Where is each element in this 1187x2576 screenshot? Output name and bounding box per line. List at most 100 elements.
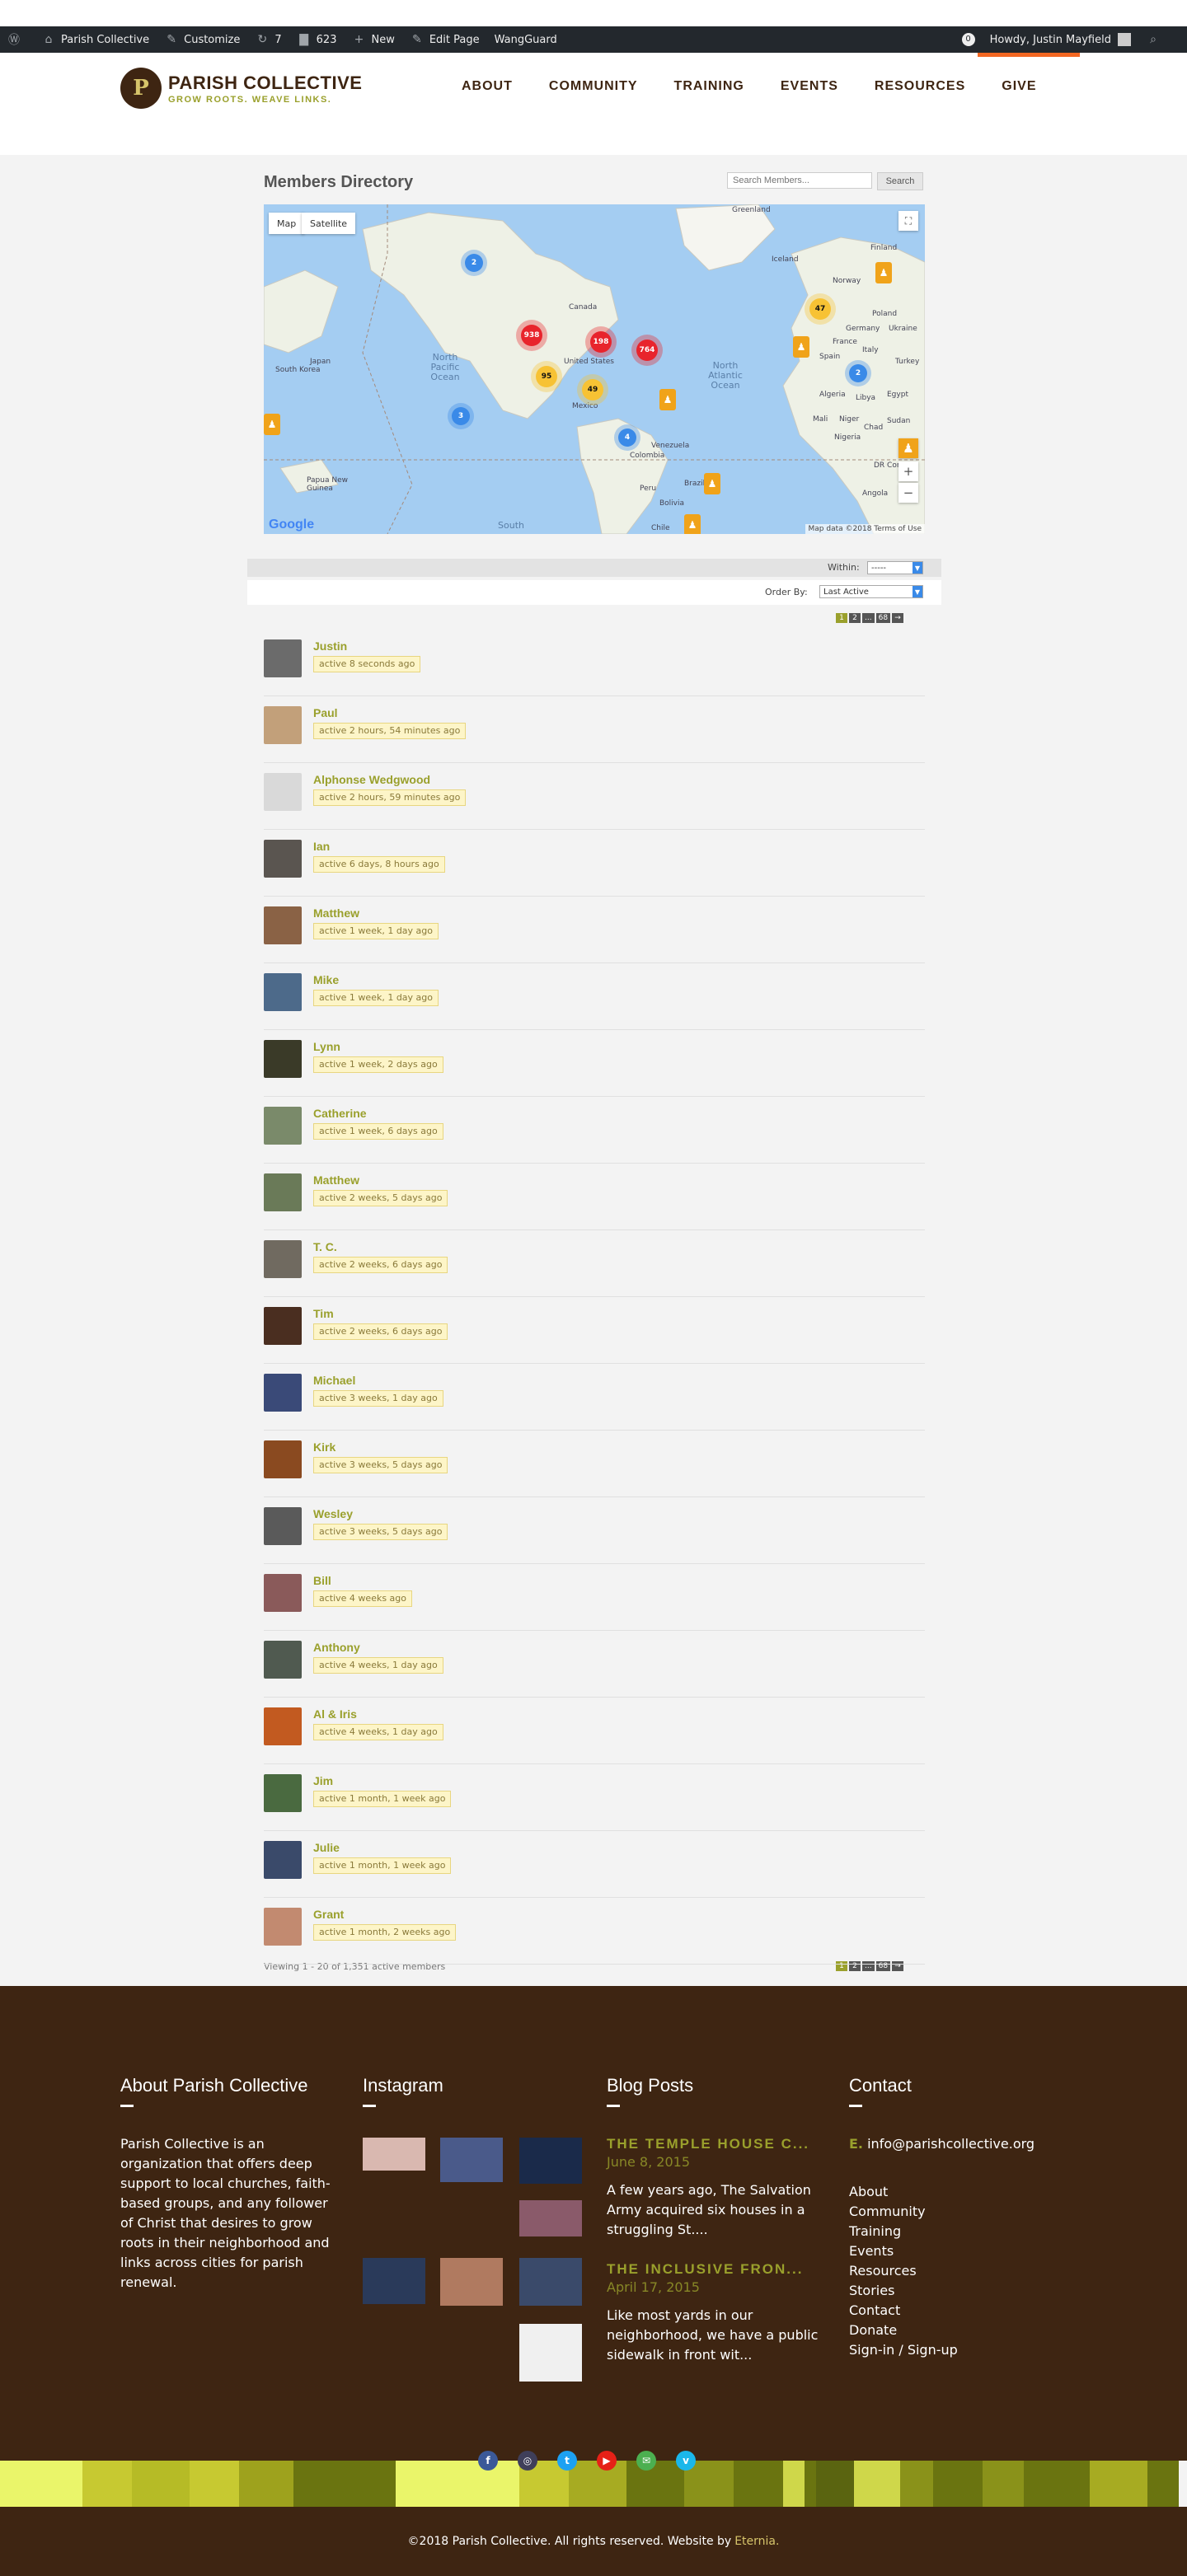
member-name-link[interactable]: Anthony <box>313 1641 360 1654</box>
nav-community[interactable]: COMMUNITY <box>549 79 638 94</box>
instagram-photo[interactable] <box>440 2138 503 2182</box>
admin-search[interactable]: ⌕ <box>1146 32 1166 47</box>
member-name-link[interactable]: T. C. <box>313 1240 337 1253</box>
member-name-link[interactable]: Kirk <box>313 1440 335 1454</box>
member-avatar[interactable] <box>264 1440 302 1478</box>
contact-email[interactable]: E. info@parishcollective.org <box>849 2136 1035 2152</box>
member-avatar[interactable] <box>264 1841 302 1879</box>
map-type-satellite[interactable]: Satellite <box>302 213 356 234</box>
page-link[interactable]: 2 <box>849 613 861 623</box>
member-avatar[interactable] <box>264 1374 302 1412</box>
member-name-link[interactable]: Bill <box>313 1574 331 1587</box>
footer-link-training[interactable]: Training <box>849 2222 958 2241</box>
member-avatar[interactable] <box>264 840 302 878</box>
page-link[interactable]: 68 <box>875 613 891 623</box>
nav-resources[interactable]: RESOURCES <box>875 79 965 94</box>
instagram-photo[interactable] <box>363 2258 425 2304</box>
instagram-photo[interactable] <box>519 2200 582 2236</box>
order-select[interactable]: Last Active ▼ <box>819 585 923 598</box>
member-name-link[interactable]: Al & Iris <box>313 1707 357 1721</box>
member-avatar[interactable] <box>264 1908 302 1946</box>
member-name-link[interactable]: Mike <box>313 973 339 986</box>
notification-badge[interactable]: 0 <box>961 33 975 46</box>
map-cluster[interactable]: 4 <box>618 429 636 447</box>
twitter-icon[interactable]: t <box>557 2451 577 2471</box>
instagram-icon[interactable]: ◎ <box>518 2451 537 2471</box>
map-cluster[interactable]: 198 <box>590 331 612 353</box>
member-pin-icon[interactable]: ♟ <box>659 389 676 410</box>
map-cluster[interactable]: 3 <box>452 407 470 425</box>
member-name-link[interactable]: Michael <box>313 1374 355 1387</box>
member-name-link[interactable]: Paul <box>313 706 338 719</box>
wangguard-menu[interactable]: WangGuard <box>495 34 557 46</box>
member-search-input[interactable] <box>727 172 872 189</box>
map-cluster[interactable]: 49 <box>582 379 603 400</box>
vimeo-icon[interactable]: v <box>676 2451 696 2471</box>
member-avatar[interactable] <box>264 1507 302 1545</box>
member-name-link[interactable]: Matthew <box>313 1173 359 1187</box>
member-avatar[interactable] <box>264 1574 302 1612</box>
page-link[interactable]: 1 <box>836 613 847 623</box>
member-pin-icon[interactable]: ♟ <box>793 336 809 358</box>
member-avatar[interactable] <box>264 773 302 811</box>
map-cluster[interactable]: 2 <box>849 364 867 382</box>
footer-link-donate[interactable]: Donate <box>849 2321 958 2340</box>
member-name-link[interactable]: Alphonse Wedgwood <box>313 773 430 786</box>
member-pin-icon[interactable]: ♟ <box>264 414 280 435</box>
member-name-link[interactable]: Lynn <box>313 1040 340 1053</box>
nav-training[interactable]: TRAINING <box>674 79 744 94</box>
instagram-photo[interactable] <box>440 2258 503 2306</box>
member-avatar[interactable] <box>264 1173 302 1211</box>
comments-link[interactable]: ▇ 623 <box>297 32 336 47</box>
street-view-icon[interactable]: ♟ <box>898 438 918 458</box>
map-cluster[interactable]: 95 <box>536 366 557 387</box>
map-cluster[interactable]: 2 <box>465 254 483 272</box>
new-content-menu[interactable]: + New <box>351 32 395 47</box>
updates-link[interactable]: ↻ 7 <box>255 32 282 47</box>
instagram-photo[interactable] <box>519 2258 582 2306</box>
member-avatar[interactable] <box>264 973 302 1011</box>
member-name-link[interactable]: Catherine <box>313 1107 367 1120</box>
member-name-link[interactable]: Wesley <box>313 1507 353 1520</box>
member-name-link[interactable]: Grant <box>313 1908 344 1921</box>
youtube-icon[interactable]: ▶ <box>597 2451 617 2471</box>
map-cluster[interactable]: 47 <box>809 298 831 320</box>
member-name-link[interactable]: Jim <box>313 1774 333 1787</box>
member-name-link[interactable]: Justin <box>313 639 347 653</box>
members-map[interactable]: Map Satellite North Pacific Ocean North … <box>264 204 925 534</box>
footer-link-contact[interactable]: Contact <box>849 2301 958 2321</box>
credit-link[interactable]: Eternia. <box>734 2535 779 2548</box>
footer-link-events[interactable]: Events <box>849 2241 958 2261</box>
member-avatar[interactable] <box>264 1040 302 1078</box>
member-name-link[interactable]: Tim <box>313 1307 334 1320</box>
member-name-link[interactable]: Julie <box>313 1841 340 1854</box>
instagram-photo[interactable] <box>519 2138 582 2184</box>
member-avatar[interactable] <box>264 1707 302 1745</box>
footer-link-signin[interactable]: Sign-in / Sign-up <box>849 2340 958 2360</box>
footer-link-resources[interactable]: Resources <box>849 2261 958 2281</box>
member-avatar[interactable] <box>264 1107 302 1145</box>
blog-post-title[interactable]: THE INCLUSIVE FRON... <box>607 2261 828 2278</box>
within-select[interactable]: ----- ▼ <box>867 561 923 574</box>
customize-link[interactable]: ✎ Customize <box>164 32 240 47</box>
my-account-menu[interactable]: Howdy, Justin Mayfield <box>990 33 1131 46</box>
nav-about[interactable]: ABOUT <box>462 79 513 94</box>
member-avatar[interactable] <box>264 1240 302 1278</box>
member-pin-icon[interactable]: ♟ <box>704 473 720 494</box>
site-name-menu[interactable]: ⌂ Parish Collective <box>41 32 150 47</box>
blog-post-title[interactable]: THE TEMPLE HOUSE C... <box>607 2136 828 2152</box>
email-icon[interactable]: ✉ <box>636 2451 656 2471</box>
instagram-photo[interactable] <box>363 2138 425 2171</box>
map-type-map[interactable]: Map <box>269 213 305 234</box>
next-page-link[interactable]: → <box>892 613 904 623</box>
zoom-out-button[interactable]: − <box>898 483 918 503</box>
facebook-icon[interactable]: f <box>478 2451 498 2471</box>
map-attribution[interactable]: Map data ©2018 Terms of Use <box>805 524 925 534</box>
site-logo[interactable]: P PARISH COLLECTIVE GROW ROOTS. WEAVE LI… <box>120 68 362 109</box>
instagram-photo[interactable] <box>519 2324 582 2382</box>
nav-give[interactable]: GIVE <box>1002 79 1036 94</box>
member-pin-icon[interactable]: ♟ <box>684 514 701 534</box>
zoom-in-button[interactable]: + <box>898 461 918 481</box>
member-search-button[interactable]: Search <box>877 172 923 190</box>
wp-logo-menu[interactable]: Ⓦ <box>7 32 26 47</box>
